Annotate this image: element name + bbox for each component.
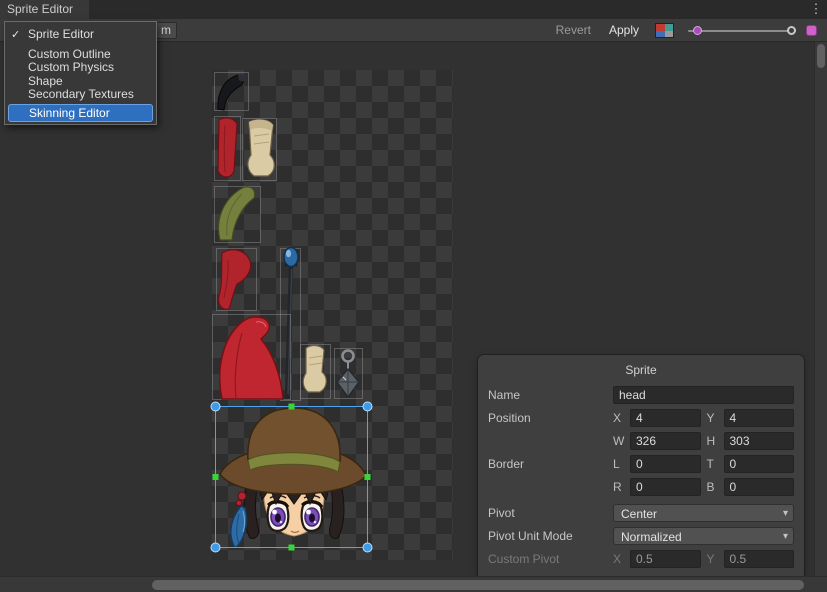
border-l-field[interactable]: 0 [630,455,701,473]
sprite-hood[interactable] [213,315,291,400]
menu-item-sprite-editor[interactable]: ✓ Sprite Editor [5,24,156,44]
sprite-hat-fragment[interactable] [215,73,249,111]
partially-hidden-toolbar-button[interactable]: m [155,22,177,39]
zoom-slider-thumb[interactable] [693,26,702,35]
check-icon: ✓ [11,28,28,41]
more-menu-icon[interactable]: ⋮ [808,0,824,19]
zoom-slider-track[interactable] [688,30,796,32]
custom-pivot-x-field: 0.5 [630,550,701,568]
selection-handle-bottom[interactable] [289,545,295,551]
position-row: Position X 4 Y 4 W 326 H 303 [488,409,794,450]
border-row: Border L 0 T 0 R 0 B 0 [488,455,794,496]
pivot-label: Pivot [488,504,613,521]
color-channels-icon[interactable] [655,23,674,38]
sprite-boot[interactable] [243,119,277,181]
t-label: T [707,456,718,472]
sprite-editor-mode-menu: ✓ Sprite Editor Custom Outline Custom Ph… [4,21,157,125]
chevron-down-icon: ▾ [783,505,788,522]
panel-title: Sprite [488,361,794,386]
texture-canvas[interactable] [212,70,453,560]
sprite-arm[interactable] [217,249,257,311]
menu-item-label: Sprite Editor [28,27,94,41]
selection-handle-top-left[interactable] [211,402,220,411]
sprite-editor-window: { "window": { "title": "Sprite Editor" }… [0,0,827,592]
y-label: Y [707,410,718,426]
pivot-dropdown-value: Center [621,507,657,521]
pivot-unit-mode-dropdown[interactable]: Normalized ▾ [613,527,794,545]
pivot-unit-mode-label: Pivot Unit Mode [488,527,613,544]
name-row: Name head [488,386,794,404]
selection-handle-bottom-left[interactable] [211,543,220,552]
selection-handle-top-right[interactable] [363,402,372,411]
position-label: Position [488,409,613,426]
color-channel-alpha [665,31,674,38]
selection-handle-top[interactable] [289,404,295,410]
pivot-unit-mode-row: Pivot Unit Mode Normalized ▾ [488,527,794,545]
selection-handle-bottom-right[interactable] [363,543,372,552]
pivot-row: Pivot Center ▾ [488,504,794,522]
border-label: Border [488,455,613,472]
position-x-field[interactable]: 4 [630,409,701,427]
revert-button[interactable]: Revert [554,19,593,42]
horizontal-scrollbar[interactable] [0,576,827,592]
horizontal-scrollbar-thumb[interactable] [152,580,804,590]
custom-pivot-y-field: 0.5 [724,550,795,568]
border-r-field[interactable]: 0 [630,478,701,496]
l-label: L [613,456,624,472]
color-channel-blue [656,31,665,38]
selection-handle-right[interactable] [365,474,371,480]
menu-item-label: Secondary Textures [28,87,134,101]
texture-filter-icon[interactable] [806,25,817,36]
toolbar-right-group: Revert Apply [554,19,817,42]
menu-item-label: Custom Outline [28,47,111,61]
border-t-field[interactable]: 0 [724,455,795,473]
window-tab-sprite-editor[interactable]: Sprite Editor [0,0,89,19]
sprite-inspector-panel: Sprite Name head Position X 4 Y 4 W 326 … [478,355,804,580]
menu-item-secondary-textures[interactable]: Secondary Textures [5,84,156,104]
w-label: W [613,433,624,449]
vertical-scrollbar-thumb[interactable] [817,44,825,68]
b-label: B [707,479,718,495]
h-label: H [707,433,718,449]
border-b-field[interactable]: 0 [724,478,795,496]
window-title: Sprite Editor [7,2,73,16]
name-label: Name [488,386,613,403]
title-bar: Sprite Editor ⋮ [0,0,827,19]
vertical-scrollbar[interactable] [814,42,827,576]
name-field[interactable]: head [613,386,794,404]
custom-pivot-label: Custom Pivot [488,550,613,567]
zoom-slider[interactable] [688,19,796,42]
menu-item-custom-physics-shape[interactable]: Custom Physics Shape [5,64,156,84]
position-w-field[interactable]: 326 [630,432,701,450]
x-label: X [613,410,624,426]
pivot-dropdown[interactable]: Center ▾ [613,504,794,522]
menu-item-label: Skinning Editor [29,106,110,120]
menu-item-label: Custom Physics Shape [28,60,150,88]
custom-pivot-row: Custom Pivot X 0.5 Y 0.5 [488,550,794,568]
apply-button[interactable]: Apply [607,19,641,42]
r-label: R [613,479,624,495]
sprite-pendant[interactable] [335,349,363,399]
custom-x-label: X [613,551,624,567]
sprite-head[interactable] [220,408,366,548]
selection-handle-left[interactable] [213,474,219,480]
sprite-boot-small[interactable] [301,345,331,399]
pivot-unit-mode-dropdown-value: Normalized [621,530,682,544]
sprite-sleeve[interactable] [215,117,241,181]
position-h-field[interactable]: 303 [724,432,795,450]
menu-item-skinning-editor[interactable]: Skinning Editor [8,104,153,122]
chevron-down-icon: ▾ [783,528,788,545]
zoom-slider-knob[interactable] [787,26,796,35]
position-y-field[interactable]: 4 [724,409,795,427]
sprite-scarf[interactable] [215,187,261,243]
custom-y-label: Y [707,551,718,567]
sprite-sheet-canvas [212,70,453,560]
